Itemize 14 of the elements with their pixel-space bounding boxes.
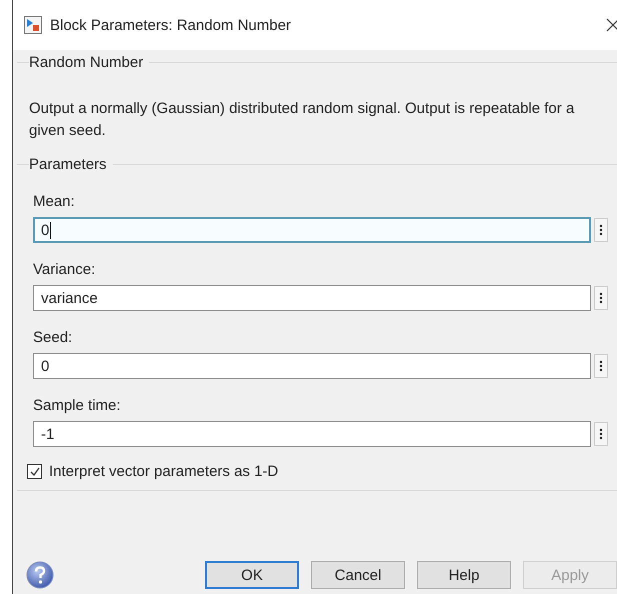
field-label: Seed: — [33, 329, 74, 346]
block-description: Output a normally (Gaussian) distributed random signal. Output is repeatable for a given seed. — [29, 99, 576, 141]
field-label: Sample time: — [33, 397, 122, 414]
dialog-button[interactable]: Cancel — [311, 561, 405, 589]
input-field[interactable]: 0 — [33, 353, 591, 379]
window-title: Block Parameters: Random Number — [50, 16, 292, 34]
dialog-button[interactable]: Help — [417, 561, 511, 589]
field-label: Variance: — [33, 261, 96, 278]
input-field[interactable]: -1 — [33, 421, 591, 447]
dialog-button[interactable]: OK — [205, 561, 299, 589]
field-label: Mean: — [33, 193, 76, 210]
input-field[interactable]: 0 — [33, 217, 591, 243]
input-field[interactable]: variance — [33, 285, 591, 311]
checkbox-option[interactable]: Interpret vector parameters as 1-D — [27, 463, 617, 480]
